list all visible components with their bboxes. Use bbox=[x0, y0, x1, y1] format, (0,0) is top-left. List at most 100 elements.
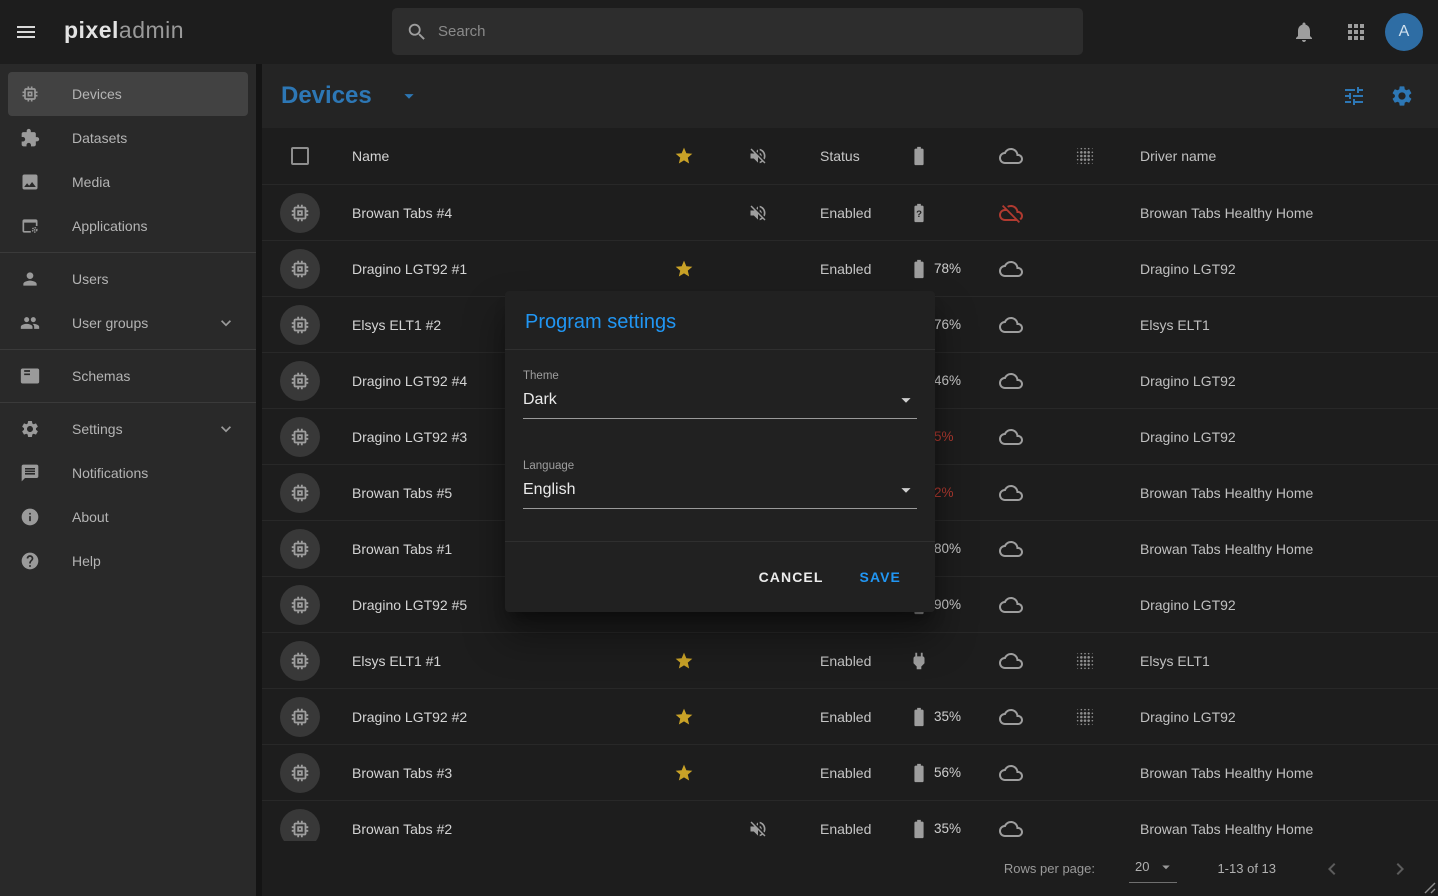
sidebar-divider bbox=[0, 349, 256, 350]
device-avatar bbox=[280, 753, 320, 793]
cloud-icon bbox=[999, 257, 1023, 281]
mesh-column-icon[interactable] bbox=[1074, 145, 1096, 167]
table-row[interactable]: Browan Tabs #3 Enabled 56% Browan Tabs H… bbox=[262, 745, 1438, 801]
cloud-icon bbox=[999, 761, 1023, 785]
cloud-icon bbox=[999, 649, 1023, 673]
sidebar-item-label: User groups bbox=[72, 315, 216, 331]
sidebar-item-icon bbox=[20, 84, 40, 104]
theme-value: Dark bbox=[523, 391, 895, 409]
sidebar-item-applications[interactable]: Applications bbox=[8, 204, 248, 248]
sidebar-item-icon bbox=[20, 216, 40, 236]
power-plug-icon bbox=[908, 650, 930, 672]
device-avatar bbox=[280, 305, 320, 345]
table-row[interactable]: Browan Tabs #2 Enabled 35% Browan Tabs H… bbox=[262, 801, 1438, 841]
apps-grid-icon[interactable] bbox=[1344, 20, 1368, 44]
cloud-icon bbox=[999, 817, 1023, 841]
star-icon[interactable] bbox=[674, 707, 694, 727]
sidebar-item-devices[interactable]: Devices bbox=[8, 72, 248, 116]
language-select[interactable]: English bbox=[523, 475, 917, 509]
star-icon[interactable] bbox=[674, 763, 694, 783]
device-avatar bbox=[280, 809, 320, 842]
sidebar-item-notifications[interactable]: Notifications bbox=[8, 451, 248, 495]
sidebar-item-label: Help bbox=[72, 553, 216, 569]
cloud-column-icon[interactable] bbox=[999, 144, 1023, 168]
program-settings-dialog: Program settings Theme Dark Language Eng… bbox=[505, 291, 935, 612]
theme-label: Theme bbox=[523, 370, 917, 382]
cloud-icon bbox=[999, 369, 1023, 393]
resize-handle[interactable] bbox=[1420, 878, 1436, 894]
sidebar-item-label: Applications bbox=[72, 218, 216, 234]
language-caret-icon bbox=[895, 479, 917, 501]
device-avatar bbox=[280, 249, 320, 289]
page-title-caret-icon[interactable] bbox=[398, 85, 420, 107]
driver-name: Dragino LGT92 bbox=[1122, 709, 1438, 725]
theme-field: Theme Dark bbox=[523, 370, 917, 419]
rows-per-page-select[interactable]: 20 bbox=[1129, 855, 1177, 883]
device-name: Dragino LGT92 #2 bbox=[338, 709, 646, 725]
theme-select[interactable]: Dark bbox=[523, 385, 917, 419]
sidebar-item-schemas[interactable]: Schemas bbox=[8, 354, 248, 398]
driver-name: Browan Tabs Healthy Home bbox=[1122, 541, 1438, 557]
table-header-row: Name Status Driver name bbox=[262, 128, 1438, 185]
battery-percent: 90% bbox=[934, 597, 961, 612]
sidebar-item-help[interactable]: Help bbox=[8, 539, 248, 583]
table-row[interactable]: Dragino LGT92 #1 Enabled 78% Dragino LGT… bbox=[262, 241, 1438, 297]
sidebar-item-media[interactable]: Media bbox=[8, 160, 248, 204]
column-header-driver[interactable]: Driver name bbox=[1122, 148, 1438, 164]
previous-page-icon[interactable] bbox=[1320, 857, 1344, 881]
logo-bold: pixel bbox=[64, 17, 119, 43]
user-avatar[interactable]: A bbox=[1385, 13, 1423, 51]
mesh-icon bbox=[1074, 650, 1096, 672]
sidebar-item-settings[interactable]: Settings bbox=[8, 407, 248, 451]
star-column-icon[interactable] bbox=[674, 146, 694, 166]
filter-tune-icon[interactable] bbox=[1342, 84, 1366, 108]
search-icon bbox=[406, 21, 428, 43]
table-row[interactable]: Dragino LGT92 #2 Enabled 35% Dragino LGT… bbox=[262, 689, 1438, 745]
language-field: Language English bbox=[523, 460, 917, 509]
notifications-bell-icon[interactable] bbox=[1292, 20, 1316, 44]
driver-name: Browan Tabs Healthy Home bbox=[1122, 485, 1438, 501]
battery-column-icon[interactable] bbox=[908, 145, 930, 167]
logo-light: admin bbox=[119, 17, 184, 43]
theme-caret-icon bbox=[895, 389, 917, 411]
table-settings-gear-icon[interactable] bbox=[1390, 84, 1414, 108]
device-name: Browan Tabs #3 bbox=[338, 765, 646, 781]
language-label: Language bbox=[523, 460, 917, 472]
device-avatar bbox=[280, 529, 320, 569]
next-page-icon[interactable] bbox=[1388, 857, 1412, 881]
avatar-letter: A bbox=[1399, 23, 1410, 41]
sidebar-item-icon bbox=[20, 313, 40, 333]
star-icon[interactable] bbox=[674, 651, 694, 671]
sidebar-item-datasets[interactable]: Datasets bbox=[8, 116, 248, 160]
sidebar-divider bbox=[0, 402, 256, 403]
menu-toggle-button[interactable] bbox=[14, 20, 38, 44]
chevron-down-icon bbox=[216, 313, 236, 333]
language-value: English bbox=[523, 481, 895, 499]
sidebar-item-icon bbox=[20, 507, 40, 527]
driver-name: Dragino LGT92 bbox=[1122, 597, 1438, 613]
column-header-name[interactable]: Name bbox=[338, 148, 646, 164]
sidebar-divider bbox=[0, 252, 256, 253]
save-button[interactable]: SAVE bbox=[852, 561, 910, 593]
table-row[interactable]: Browan Tabs #4 Enabled Browan Tabs Healt… bbox=[262, 185, 1438, 241]
battery-icon bbox=[908, 258, 930, 280]
sidebar-item-label: Schemas bbox=[72, 368, 216, 384]
sidebar-item-label: Notifications bbox=[72, 465, 216, 481]
column-header-status[interactable]: Status bbox=[794, 148, 884, 164]
select-all-checkbox[interactable] bbox=[291, 147, 309, 165]
pagination-bar: Rows per page: 20 1-13 of 13 bbox=[262, 841, 1438, 896]
device-avatar bbox=[280, 697, 320, 737]
sidebar-item-about[interactable]: About bbox=[8, 495, 248, 539]
sidebar-item-icon bbox=[20, 463, 40, 483]
search-input[interactable] bbox=[438, 23, 1069, 40]
star-icon[interactable] bbox=[674, 259, 694, 279]
sidebar-item-users[interactable]: Users bbox=[8, 257, 248, 301]
sidebar-item-user-groups[interactable]: User groups bbox=[8, 301, 248, 345]
cloud-icon bbox=[999, 313, 1023, 337]
volume-off-column-icon[interactable] bbox=[748, 146, 768, 166]
battery-percent: 80% bbox=[934, 541, 961, 556]
cancel-button[interactable]: CANCEL bbox=[751, 561, 832, 593]
table-row[interactable]: Elsys ELT1 #1 Enabled Elsys ELT1 bbox=[262, 633, 1438, 689]
battery-icon bbox=[908, 818, 930, 840]
sidebar-item-label: Users bbox=[72, 271, 216, 287]
